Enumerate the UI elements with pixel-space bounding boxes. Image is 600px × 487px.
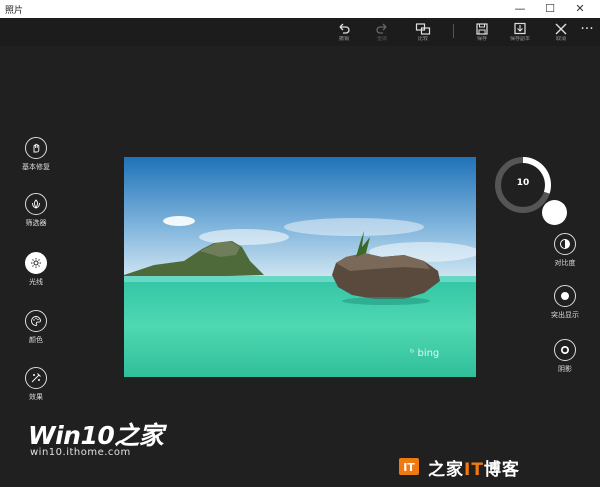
palette-icon [31,316,41,326]
adjust-shadows[interactable]: 阴影 [547,339,583,374]
hand-icon [33,143,40,153]
ithome-name-a: 之家 [428,460,464,480]
photo-canvas[interactable] [124,157,476,377]
redo-label: 重做 [376,36,387,42]
cancel-label: 取消 [555,36,566,42]
adjust-shadows-circle [554,339,576,361]
contrast-icon [560,239,570,249]
app-title: 照片 [5,6,24,16]
tool-basic-fix-label: 基本修复 [22,163,50,171]
tool-color-circle [25,310,47,332]
adjust-contrast-label: 对比度 [554,259,576,267]
save-copy-icon [514,22,526,35]
close-icon [555,23,567,35]
tool-effects[interactable]: 效果 [18,367,54,402]
sun-icon [31,258,41,268]
save-icon [476,23,488,35]
shadow-icon [561,346,569,354]
compare-label: 比较 [417,36,428,42]
tool-effects-label: 效果 [29,393,43,401]
adjust-shadows-label: 阴影 [558,365,572,373]
tool-effects-circle [25,367,47,389]
ithome-logo-icon: IT [399,458,419,475]
tool-filters-circle [25,193,47,215]
save-label: 保存 [476,36,487,42]
tool-color[interactable]: 颜色 [18,310,54,345]
win10-url-watermark: win10.ithome.com [30,447,131,458]
bing-watermark-text: bing [417,348,440,359]
bing-watermark: ᵇ bing [410,348,439,359]
title-bar: 照片 — ☐ ✕ [0,0,600,18]
close-window-button[interactable]: ✕ [565,0,595,18]
undo-button[interactable]: 撤销 [329,18,359,46]
cancel-button[interactable]: 取消 [546,18,576,46]
tool-filters-label: 筛选器 [25,219,47,227]
adjust-contrast[interactable]: 对比度 [547,233,583,268]
tool-light-label: 光线 [29,278,43,286]
save-copy-button[interactable]: 保存副本 [505,18,535,46]
ithome-name-b: 博客 [483,460,520,480]
tool-basic-fix[interactable]: 基本修复 [18,137,54,172]
redo-icon [376,23,387,34]
adjust-highlights-label: 突出显示 [551,311,579,319]
save-button[interactable]: 保存 [467,18,497,46]
dial-knob[interactable] [542,200,567,225]
filter-icon [32,199,40,210]
ithome-logo-text: IT [403,461,415,474]
tool-basic-fix-circle [25,137,47,159]
toolbar-separator [453,24,454,38]
compare-icon [415,23,431,35]
dial-value: 10 [516,178,530,188]
tool-light-circle [25,252,47,274]
maximize-button[interactable]: ☐ [535,0,565,18]
tool-color-label: 颜色 [29,336,43,344]
save-copy-label: 保存副本 [509,36,530,42]
ithome-blog-watermark: 之家IT博客 [428,455,520,480]
more-options-button[interactable]: ··· [578,22,596,40]
compare-button[interactable]: 比较 [408,18,438,46]
ithome-it: IT [464,460,484,480]
tool-filters[interactable]: 筛选器 [18,193,54,228]
adjust-highlights[interactable]: 突出显示 [547,285,583,320]
minimize-button[interactable]: — [505,0,535,18]
redo-button[interactable]: 重做 [367,18,397,46]
highlight-icon [561,292,569,300]
adjust-contrast-circle [554,233,576,255]
tool-light[interactable]: 光线 [18,252,54,287]
edit-toolbar: 撤销 重做 比较 保存 保存副本 取消 [0,18,600,46]
effects-icon [31,373,41,383]
adjust-highlights-circle [554,285,576,307]
undo-label: 撤销 [338,36,349,42]
undo-icon [339,23,350,34]
photo-image [124,157,476,377]
